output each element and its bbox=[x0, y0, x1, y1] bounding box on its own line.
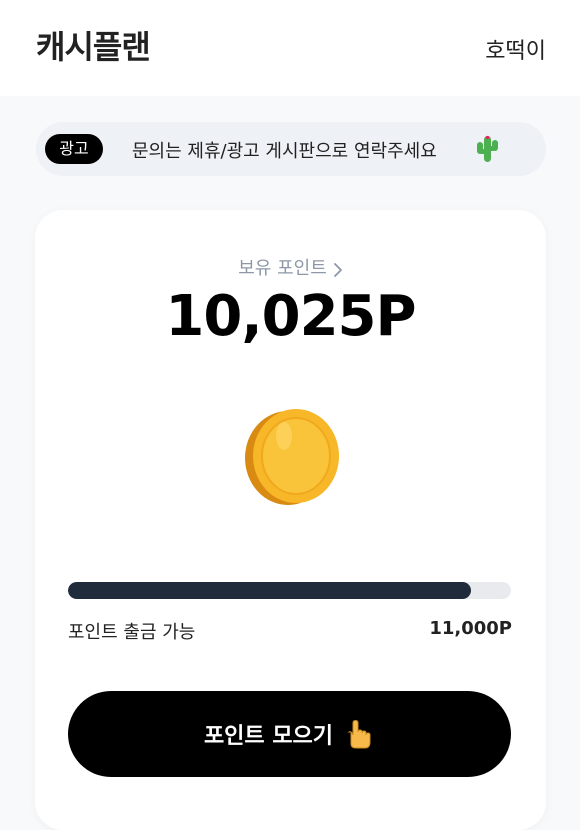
points-label: 보유 포인트 bbox=[238, 258, 327, 279]
progress-fill bbox=[68, 582, 472, 599]
withdraw-amount: 11,000P bbox=[429, 618, 512, 639]
cactus-icon bbox=[477, 135, 498, 162]
withdraw-label: 포인트 출금 가능 bbox=[68, 622, 196, 643]
pointing-hand-icon bbox=[347, 719, 371, 749]
ad-text: 문의는 제휴/광고 게시판으로 연락주세요 bbox=[132, 141, 437, 162]
points-card: 보유 포인트 10,025P 포인트 출금 가능 11,000P 포인트 모으기 bbox=[35, 210, 546, 830]
points-label-link[interactable]: 보유 포인트 bbox=[35, 254, 546, 280]
collect-button-label: 포인트 모으기 bbox=[203, 724, 334, 749]
collect-points-button[interactable]: 포인트 모으기 bbox=[68, 691, 511, 777]
user-name[interactable]: 호떡이 bbox=[485, 33, 546, 65]
withdraw-progress bbox=[68, 582, 511, 599]
app-title: 캐시플랜 bbox=[36, 28, 151, 66]
ad-badge: 광고 bbox=[45, 134, 103, 164]
app-header: 캐시플랜 호떡이 bbox=[0, 0, 580, 96]
chevron-right-icon bbox=[333, 262, 342, 277]
coin-icon bbox=[245, 409, 339, 505]
ad-banner[interactable]: 광고 문의는 제휴/광고 게시판으로 연락주세요 bbox=[36, 122, 546, 176]
points-balance: 10,025P bbox=[165, 284, 416, 349]
